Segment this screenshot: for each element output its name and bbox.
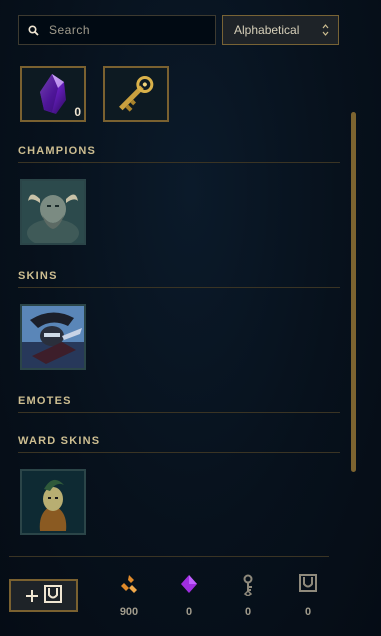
champion-thumb[interactable] bbox=[20, 179, 86, 245]
skin-thumb[interactable] bbox=[20, 304, 86, 370]
sort-selected-label: Alphabetical bbox=[234, 23, 300, 37]
chest-icon bbox=[43, 584, 62, 607]
divider bbox=[18, 162, 340, 163]
orange-essence-icon bbox=[109, 574, 149, 600]
loot-tile-count: 0 bbox=[74, 105, 81, 119]
orange-essence-value: 900 bbox=[119, 606, 139, 618]
mythic-essence-icon bbox=[169, 574, 209, 600]
hextech-key-icon bbox=[119, 75, 154, 112]
dropdown-arrows-icon bbox=[322, 23, 329, 37]
section-title-skins: SKINS bbox=[18, 270, 58, 282]
loot-panel: Alphabetical 0 bbox=[0, 0, 381, 636]
add-chest-button[interactable] bbox=[9, 579, 78, 612]
divider bbox=[9, 556, 329, 557]
ward-skin-thumb-icon bbox=[22, 471, 84, 533]
wallet-key-fragment: 0 bbox=[228, 574, 268, 624]
divider bbox=[18, 287, 340, 288]
search-input[interactable] bbox=[47, 22, 215, 38]
divider bbox=[18, 412, 340, 413]
wallet-orange-essence: 900 bbox=[109, 574, 149, 624]
wallet-mythic-essence: 0 bbox=[169, 574, 209, 624]
ward-skin-thumb[interactable] bbox=[20, 469, 86, 535]
search-box[interactable] bbox=[18, 15, 216, 45]
key-fragment-value: 0 bbox=[244, 606, 252, 618]
loot-tile-hextech-key[interactable] bbox=[103, 66, 169, 122]
champion-olaf-thumb bbox=[22, 181, 84, 243]
section-title-emotes: EMOTES bbox=[18, 395, 72, 407]
section-title-ward-skins: WARD SKINS bbox=[18, 435, 101, 447]
loot-tile-mythic-essence[interactable]: 0 bbox=[20, 66, 86, 122]
key-fragment-icon bbox=[228, 574, 268, 600]
plus-icon bbox=[25, 586, 38, 606]
mythic-essence-value: 0 bbox=[185, 606, 193, 618]
scrollbar[interactable] bbox=[351, 112, 356, 472]
section-title-champions: CHAMPIONS bbox=[18, 145, 97, 157]
chest-value: 0 bbox=[304, 606, 312, 618]
chest-icon bbox=[288, 574, 328, 600]
search-icon bbox=[19, 24, 47, 36]
wallet-chest: 0 bbox=[288, 574, 328, 624]
divider bbox=[18, 452, 340, 453]
skin-thumb-icon bbox=[22, 306, 84, 368]
sort-dropdown[interactable]: Alphabetical bbox=[222, 15, 339, 45]
